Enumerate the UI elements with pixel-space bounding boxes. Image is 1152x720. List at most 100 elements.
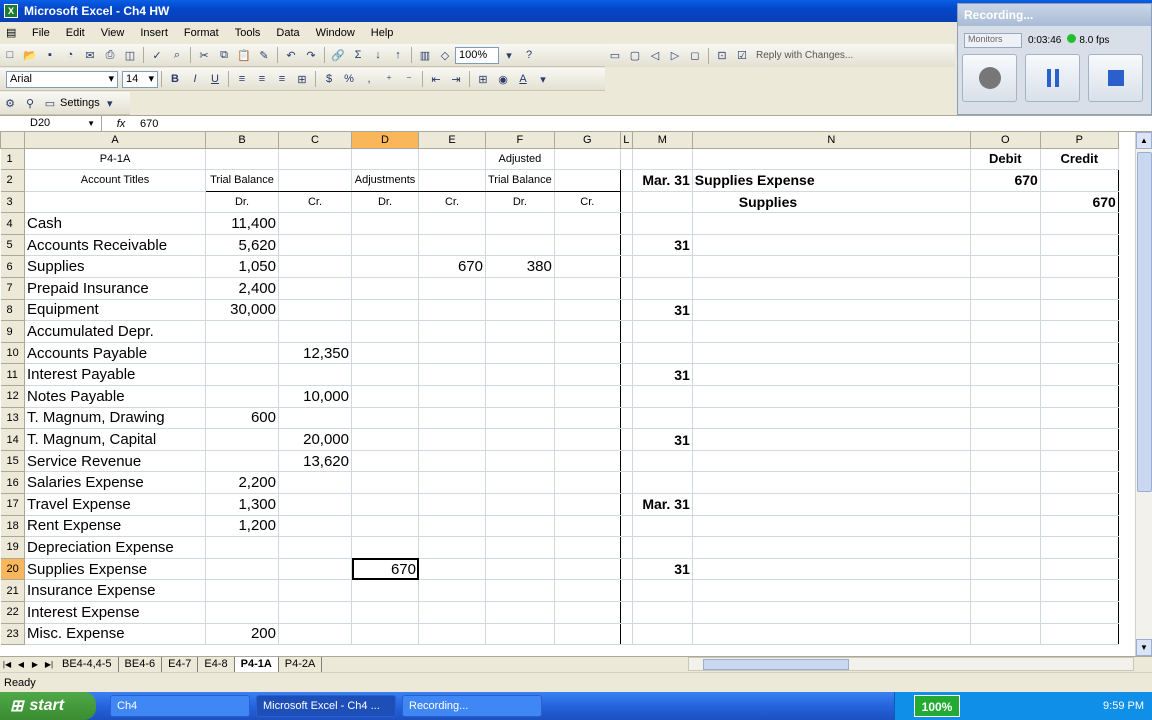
menu-data[interactable]: Data [268,22,307,44]
cell-m19[interactable] [632,536,693,559]
accept-icon[interactable]: ☑ [732,47,752,65]
cell-f5[interactable] [485,234,555,257]
cell-n8[interactable] [691,299,971,322]
undo-icon[interactable]: ↶ [281,46,301,64]
cell-b16[interactable]: 2,200 [205,471,279,494]
cell-p9[interactable] [1040,320,1119,343]
cell-o21[interactable] [970,579,1041,602]
cell-p13[interactable] [1040,407,1119,430]
vertical-scrollbar[interactable]: ▲ ▼ [1135,132,1152,656]
cell-g7[interactable] [554,277,621,300]
next-sheet-icon[interactable]: ▶ [28,660,42,669]
scroll-down-icon[interactable]: ▼ [1136,639,1152,656]
cell-n19[interactable] [691,536,971,559]
cell-e9[interactable] [418,320,486,343]
cell-n17[interactable] [691,493,971,516]
copy-icon[interactable]: ⧉ [214,46,234,64]
cell-f11[interactable] [485,363,555,387]
chevron-down-icon[interactable]: ▾ [499,46,519,64]
cell-m14[interactable]: 31 [632,428,693,451]
row-header[interactable]: 18 [0,515,25,538]
cell-a14[interactable]: T. Magnum, Capital [24,428,206,451]
cell-f12[interactable] [485,385,555,408]
cell-o11[interactable] [970,363,1041,387]
cell-d7[interactable] [351,277,419,300]
align-left-icon[interactable]: ≡ [232,70,252,88]
cell-p21[interactable] [1040,579,1119,602]
track-icon[interactable]: ⊡ [712,47,732,65]
cell-a12[interactable]: Notes Payable [24,385,206,408]
cell-l17[interactable] [620,493,633,516]
menu-file[interactable]: File [24,22,58,44]
cell-a15[interactable]: Service Revenue [24,450,206,473]
cell-c20[interactable] [278,558,352,581]
cell-b8[interactable]: 30,000 [205,299,279,322]
align-right-icon[interactable]: ≡ [272,70,292,88]
row-header[interactable]: 23 [0,623,25,646]
cell-a3[interactable] [24,191,206,214]
comment-next-icon[interactable]: ▷ [665,47,685,65]
font-color-icon[interactable]: A [513,70,533,88]
cell-n2[interactable]: Supplies Expense [691,169,971,192]
cell-b13[interactable]: 600 [205,407,279,430]
cell-o2[interactable]: 670 [970,169,1041,192]
cell-o6[interactable] [970,255,1041,279]
currency-button[interactable]: $ [319,70,339,88]
cell-o9[interactable] [970,320,1041,343]
cell-f4[interactable] [485,212,555,235]
spelling-icon[interactable]: ✓ [147,46,167,64]
cell-n13[interactable] [691,407,971,430]
record-button[interactable] [962,54,1017,102]
cell-l4[interactable] [620,212,633,235]
cell-o1[interactable]: Debit [970,148,1041,171]
cell-a5[interactable]: Accounts Receivable [24,234,206,257]
cell-a7[interactable]: Prepaid Insurance [24,277,206,300]
cell-p4[interactable] [1040,212,1119,235]
cell-n21[interactable] [691,579,971,602]
cell-d22[interactable] [351,601,419,624]
cell-l13[interactable] [620,407,633,430]
cell-o22[interactable] [970,601,1041,624]
cell-e6[interactable]: 670 [418,255,486,279]
cell-f1[interactable]: Adjusted [485,148,555,171]
cell-l2[interactable] [620,169,633,192]
row-header[interactable]: 7 [0,277,25,300]
row-header[interactable]: 8 [0,299,25,322]
row-header[interactable]: 13 [0,407,25,430]
cell-o10[interactable] [970,342,1041,365]
cell-n7[interactable] [691,277,971,300]
zoom-combo[interactable]: 100% [455,46,499,64]
cell-f7[interactable] [485,277,555,300]
cell-e4[interactable] [418,212,486,235]
cell-b5[interactable]: 5,620 [205,234,279,257]
research-icon[interactable]: ⌕ [167,46,187,64]
cell-l22[interactable] [620,601,633,624]
cell-e20[interactable] [418,558,486,581]
cell-e5[interactable] [418,234,486,257]
formula-input[interactable]: 670 [140,118,158,130]
cell-l12[interactable] [620,385,633,408]
cell-n14[interactable] [691,428,971,451]
decrease-decimal-icon[interactable]: ⁻ [399,70,419,88]
cell-o12[interactable] [970,385,1041,408]
italic-button[interactable]: I [185,70,205,88]
cell-g15[interactable] [554,450,621,473]
cell-f15[interactable] [485,450,555,473]
paste-icon[interactable]: 📋 [234,46,254,64]
redo-icon[interactable]: ↷ [301,46,321,64]
cell-f14[interactable] [485,428,555,451]
cell-o15[interactable] [970,450,1041,473]
cell-n15[interactable] [691,450,971,473]
cell-p6[interactable] [1040,255,1119,279]
cell-f16[interactable] [485,471,555,494]
cell-e18[interactable] [418,515,486,538]
menu-format[interactable]: Format [176,22,227,44]
column-header[interactable]: B [205,132,279,149]
cell-m13[interactable] [632,407,693,430]
cell-c6[interactable] [278,255,352,279]
cell-p5[interactable] [1040,234,1119,257]
row-header[interactable]: 5 [0,234,25,257]
row-header[interactable]: 16 [0,471,25,494]
cell-f18[interactable] [485,515,555,538]
cell-p10[interactable] [1040,342,1119,365]
